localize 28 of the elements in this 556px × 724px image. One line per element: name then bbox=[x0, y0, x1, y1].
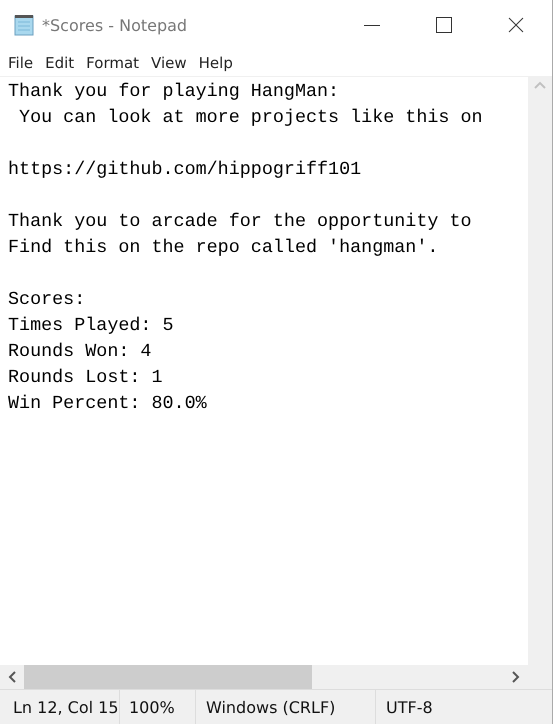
menu-item[interactable]: View bbox=[145, 54, 193, 72]
minimize-icon bbox=[364, 24, 380, 26]
text-line: Times Played: 5 bbox=[8, 314, 175, 338]
window-title: *Scores - Notepad bbox=[42, 16, 188, 34]
menu-item[interactable]: Help bbox=[192, 54, 239, 72]
scroll-thumb[interactable] bbox=[24, 665, 312, 689]
encoding: UTF-8 bbox=[386, 698, 433, 716]
close-icon bbox=[508, 17, 524, 33]
text-line: Find this on the repo called 'hangman'. bbox=[8, 236, 440, 260]
zoom-level: 100% bbox=[129, 698, 175, 716]
text-line: https://github.com/hippogriff101 bbox=[8, 158, 362, 182]
scroll-up-icon[interactable] bbox=[534, 81, 546, 89]
text-line: Rounds Won: 4 bbox=[8, 340, 152, 364]
text-line: Win Percent: 80.0% bbox=[8, 392, 208, 416]
text-line: You can look at more projects like this on bbox=[18, 106, 484, 130]
scroll-right-icon[interactable] bbox=[512, 671, 520, 683]
maximize-icon bbox=[436, 17, 452, 33]
text-line: Rounds Lost: 1 bbox=[8, 366, 164, 390]
scroll-left-icon[interactable] bbox=[8, 671, 16, 683]
notepad-icon bbox=[12, 13, 36, 37]
menu-item[interactable]: Edit bbox=[39, 54, 80, 72]
cursor-position: Ln 12, Col 15 bbox=[13, 698, 119, 716]
text-line: Thank you for playing HangMan: bbox=[8, 80, 340, 104]
text-line: Thank you to arcade for the opportunity to bbox=[8, 210, 473, 234]
menu-item[interactable]: File bbox=[2, 54, 40, 72]
line-ending: Windows (CRLF) bbox=[206, 698, 336, 716]
menu-item[interactable]: Format bbox=[80, 54, 146, 72]
text-line: Scores: bbox=[8, 288, 86, 312]
